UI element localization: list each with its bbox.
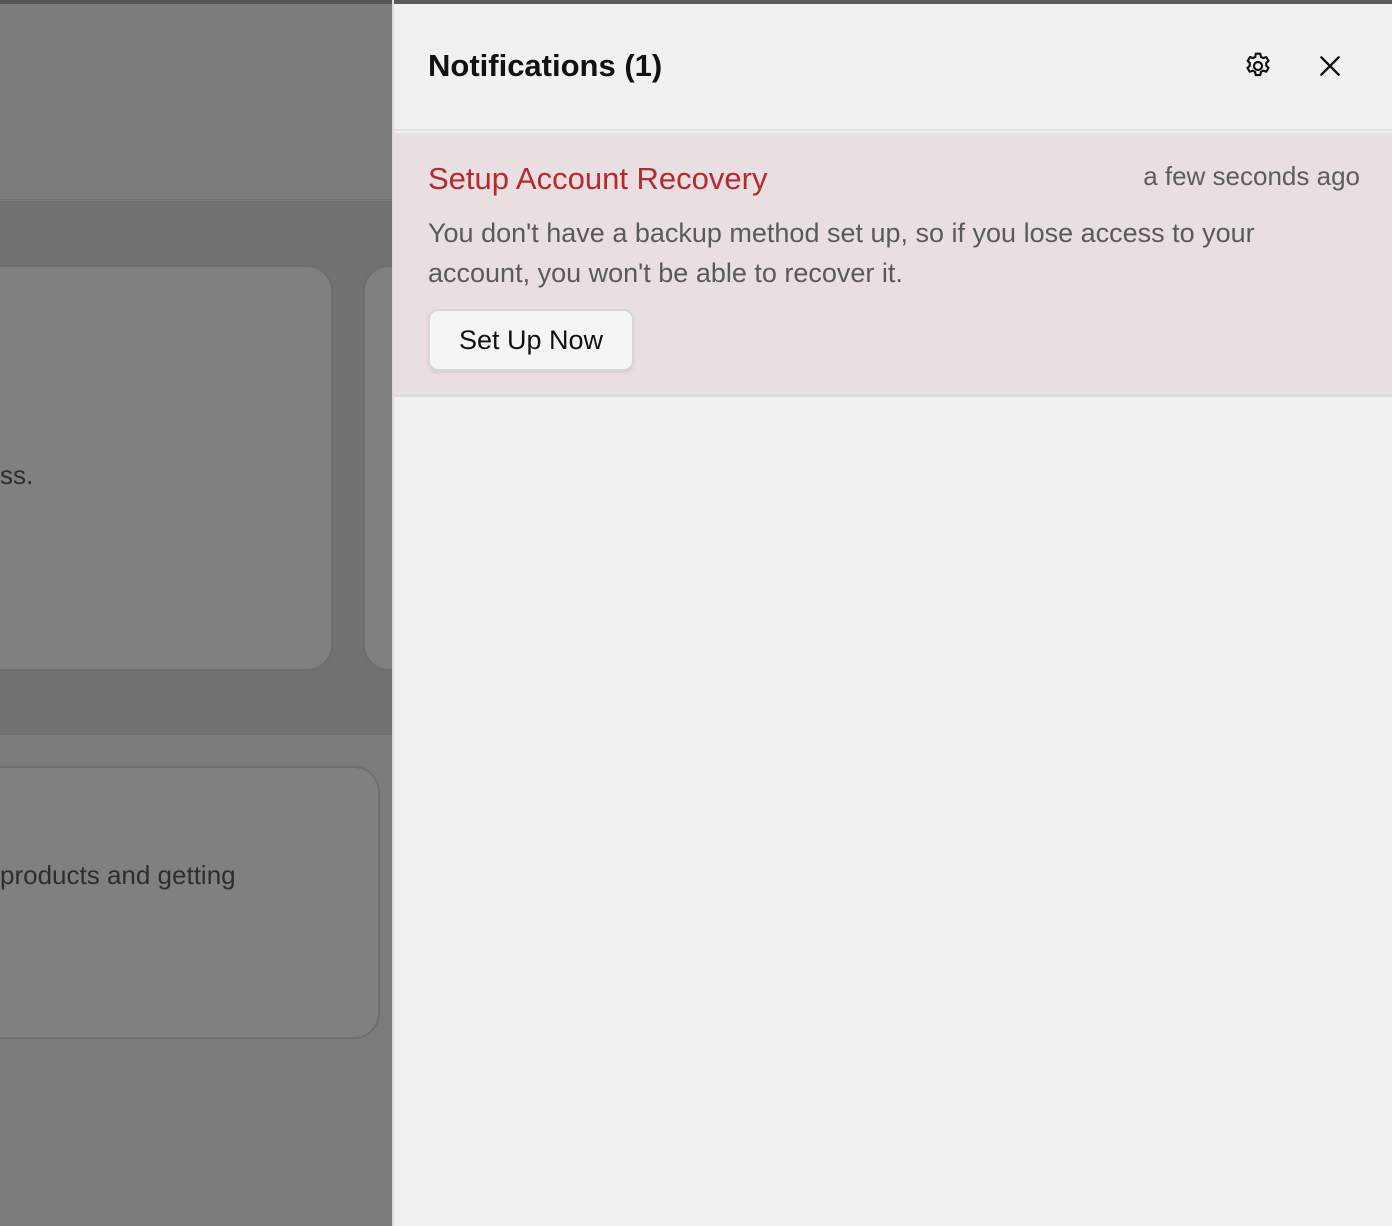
background-card — [0, 265, 333, 671]
background-card-text: ss. — [0, 460, 34, 490]
screen: ss. products and getting Notifications (… — [0, 0, 1392, 1226]
notifications-header: Notifications (1) — [394, 4, 1392, 131]
background-page-overlay[interactable]: ss. products and getting — [0, 0, 443, 1226]
set-up-now-button[interactable]: Set Up Now — [428, 309, 634, 371]
background-card — [0, 766, 380, 1039]
close-icon — [1320, 56, 1340, 76]
notification-timestamp: a few seconds ago — [1143, 161, 1360, 191]
notification-message: You don't have a backup method set up, s… — [428, 218, 1255, 288]
notifications-title: Notifications (1) — [428, 48, 663, 83]
notification-item: Setup Account Recovery a few seconds ago… — [394, 133, 1392, 397]
notifications-panel: Notifications (1) Setup Account Recovery… — [392, 0, 1392, 1226]
background-header — [0, 4, 392, 200]
close-panel-button[interactable] — [1310, 46, 1350, 86]
gear-icon — [1246, 52, 1270, 77]
notification-title: Setup Account Recovery — [428, 161, 768, 196]
background-card-text: products and getting — [0, 860, 236, 890]
notification-settings-button[interactable] — [1238, 46, 1278, 86]
